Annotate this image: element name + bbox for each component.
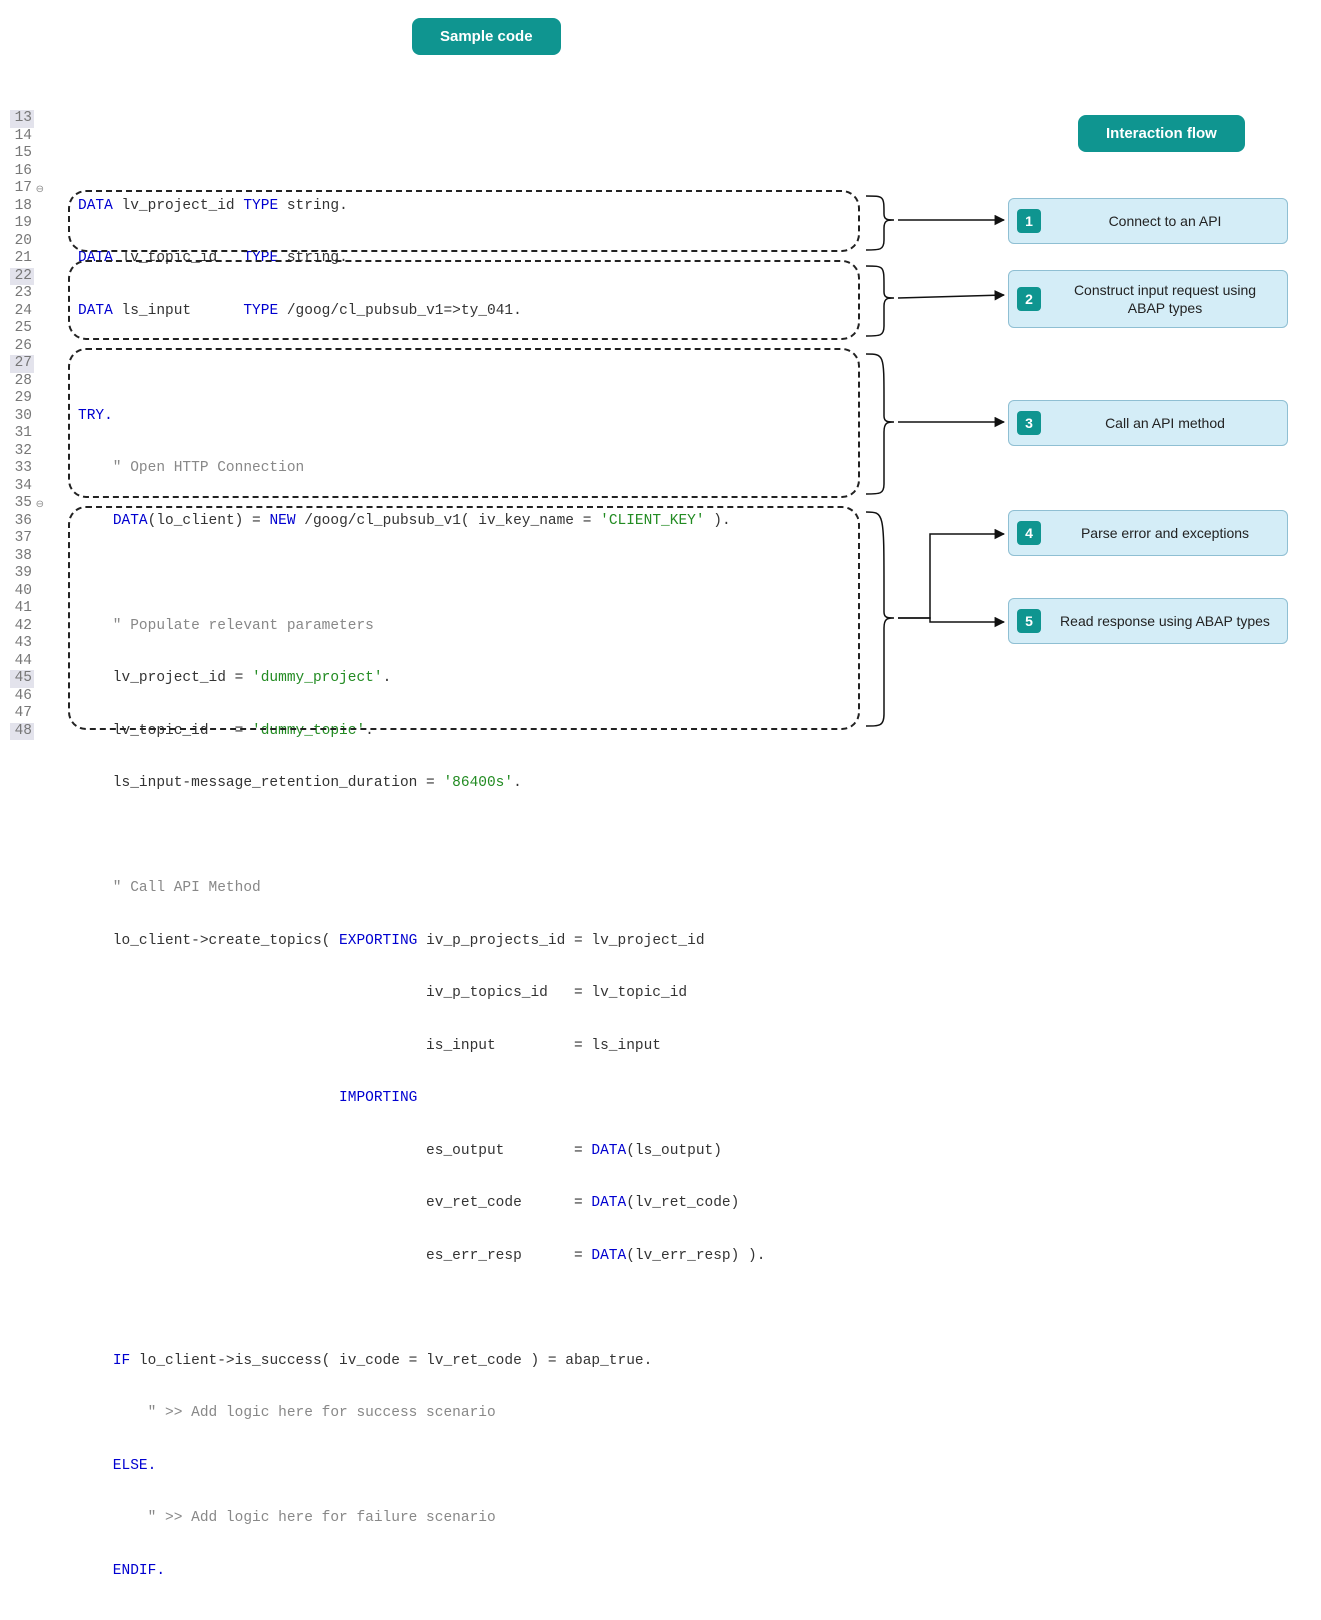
- line-number: 30: [10, 408, 34, 426]
- step-card-1: 1 Connect to an API: [1008, 198, 1288, 244]
- line-number: 43: [10, 635, 34, 653]
- line-number: 27: [10, 355, 34, 373]
- code-line: iv_p_topics_id = lv_topic_id: [78, 985, 765, 1003]
- step-card-5: 5 Read response using ABAP types: [1008, 598, 1288, 644]
- code-line: IF lo_client->is_success( iv_code = lv_r…: [78, 1353, 765, 1371]
- line-number: 40: [10, 583, 34, 601]
- line-number: 46: [10, 688, 34, 706]
- line-number: 18: [10, 198, 34, 216]
- line-number: 14: [10, 128, 34, 146]
- code-line: " >> Add logic here for success scenario: [78, 1405, 765, 1423]
- code-line: IMPORTING: [78, 1090, 765, 1108]
- code-line: [78, 1300, 765, 1318]
- line-number: 25: [10, 320, 34, 338]
- code-line: ELSE.: [78, 1458, 765, 1476]
- step-card-2: 2 Construct input request using ABAP typ…: [1008, 270, 1288, 328]
- step-badge: 4: [1017, 521, 1041, 545]
- group-box-1: [68, 190, 860, 252]
- code-line: [78, 145, 765, 163]
- sample-code-label: Sample code: [412, 18, 561, 55]
- line-number: 15: [10, 145, 34, 163]
- step-text: Read response using ABAP types: [1055, 612, 1275, 630]
- line-number: 28: [10, 373, 34, 391]
- line-number: 22: [10, 268, 34, 286]
- line-number: 31: [10, 425, 34, 443]
- line-number: 35: [10, 495, 34, 513]
- code-line: [78, 828, 765, 846]
- line-number: 45: [10, 670, 34, 688]
- line-number: 17: [10, 180, 34, 198]
- code-line: [78, 1615, 765, 1620]
- code-line: es_err_resp = DATA(lv_err_resp) ).: [78, 1248, 765, 1266]
- line-number: 13: [10, 110, 34, 128]
- group-box-4: [68, 506, 860, 730]
- line-number: 20: [10, 233, 34, 251]
- code-line: ls_input-message_retention_duration = '8…: [78, 775, 765, 793]
- step-text: Connect to an API: [1055, 212, 1275, 230]
- code-line: lo_client->create_topics( EXPORTING iv_p…: [78, 933, 765, 951]
- line-number: 48: [10, 723, 34, 741]
- line-number: 24: [10, 303, 34, 321]
- step-text: Parse error and exceptions: [1055, 524, 1275, 542]
- step-badge: 1: [1017, 209, 1041, 233]
- step-badge: 2: [1017, 287, 1041, 311]
- step-card-4: 4 Parse error and exceptions: [1008, 510, 1288, 556]
- group-box-2: [68, 260, 860, 340]
- line-number: 36: [10, 513, 34, 531]
- line-number: 16: [10, 163, 34, 181]
- group-box-3: [68, 348, 860, 498]
- line-number: 21: [10, 250, 34, 268]
- code-line: ev_ret_code = DATA(lv_ret_code): [78, 1195, 765, 1213]
- line-number: 29: [10, 390, 34, 408]
- line-number: 41: [10, 600, 34, 618]
- line-number: 38: [10, 548, 34, 566]
- line-number: 47: [10, 705, 34, 723]
- code-line: es_output = DATA(ls_output): [78, 1143, 765, 1161]
- step-text: Construct input request using ABAP types: [1055, 281, 1275, 317]
- step-text: Call an API method: [1055, 414, 1275, 432]
- code-line: " Call API Method: [78, 880, 765, 898]
- code-line: is_input = ls_input: [78, 1038, 765, 1056]
- line-number: 34: [10, 478, 34, 496]
- line-number-gutter: 1314151617181920212223242526272829303132…: [10, 110, 34, 740]
- line-number: 19: [10, 215, 34, 233]
- line-number: 37: [10, 530, 34, 548]
- line-number: 26: [10, 338, 34, 356]
- line-number: 39: [10, 565, 34, 583]
- step-badge: 5: [1017, 609, 1041, 633]
- line-number: 33: [10, 460, 34, 478]
- interaction-flow-label: Interaction flow: [1078, 115, 1245, 152]
- code-line: " >> Add logic here for failure scenario: [78, 1510, 765, 1528]
- line-number: 23: [10, 285, 34, 303]
- step-card-3: 3 Call an API method: [1008, 400, 1288, 446]
- line-number: 42: [10, 618, 34, 636]
- step-badge: 3: [1017, 411, 1041, 435]
- code-line: ENDIF.: [78, 1563, 765, 1581]
- line-number: 44: [10, 653, 34, 671]
- line-number: 32: [10, 443, 34, 461]
